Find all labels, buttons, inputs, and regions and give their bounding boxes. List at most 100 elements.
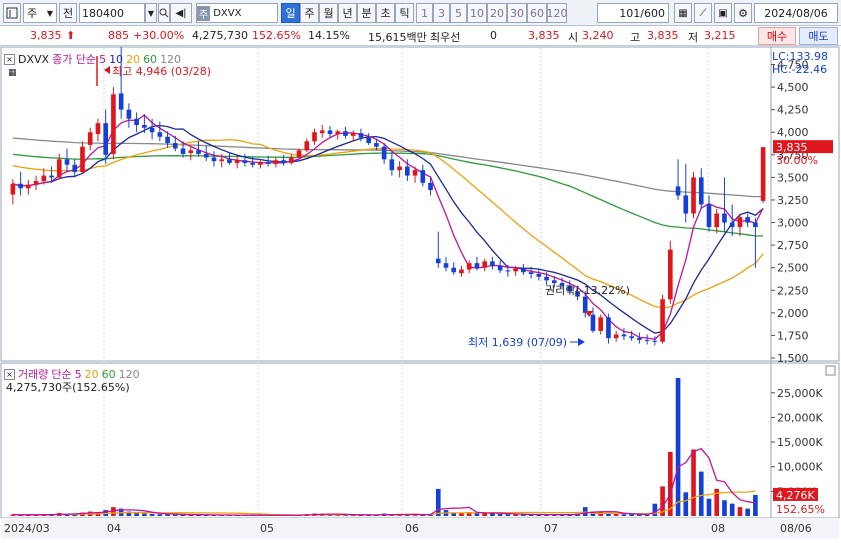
candle-body xyxy=(536,274,542,277)
jeon-button[interactable]: 전 xyxy=(59,3,77,23)
candle-body xyxy=(497,265,503,271)
gear-icon: ⚙ xyxy=(738,6,748,20)
candle-body xyxy=(722,213,727,223)
candle-body xyxy=(188,150,194,154)
chart-type-icon[interactable] xyxy=(3,3,21,23)
open-label: 시 xyxy=(568,31,579,44)
period-tab[interactable]: 년 xyxy=(338,3,357,23)
priority-label: 최우선 xyxy=(430,31,461,44)
ma120-line xyxy=(12,137,764,198)
sell-button[interactable]: 매도 xyxy=(799,27,838,45)
price-tick-label: 4,500 xyxy=(777,81,809,94)
candle-body xyxy=(18,183,23,189)
volume-bar xyxy=(698,471,704,516)
interval-button[interactable]: 60 xyxy=(527,3,547,23)
interval-button[interactable]: 20 xyxy=(487,3,507,23)
candle-body xyxy=(412,170,418,176)
x-axis-label: 07 xyxy=(544,522,558,535)
period-tab[interactable]: 분 xyxy=(357,3,376,23)
priority-value: 0 xyxy=(490,29,497,42)
volume-bar xyxy=(729,503,735,516)
interval-button[interactable]: 30 xyxy=(507,3,527,23)
candle-body xyxy=(366,137,371,144)
interval-button[interactable]: 3 xyxy=(433,3,450,23)
candle-body xyxy=(466,263,472,270)
candle-body xyxy=(621,334,627,337)
volume-bar xyxy=(691,449,696,516)
settings-button[interactable]: ⚙ xyxy=(734,3,752,23)
chart-area[interactable]: 4,750 4,500 4,250 4,000 3,750 3,500 3,250 3,000… xyxy=(0,46,841,540)
candle-body xyxy=(389,159,395,171)
turnover-rate: 14.15% xyxy=(308,29,350,42)
volume-bar xyxy=(505,514,511,516)
volume-bar xyxy=(722,500,727,516)
indicator-button[interactable]: ⟋ xyxy=(694,3,712,23)
volume-bar xyxy=(172,514,178,516)
ma5-label: 5 xyxy=(99,52,107,66)
lc-label: LC:133.98 xyxy=(772,50,829,63)
candle-body xyxy=(706,204,712,228)
interval-button[interactable]: 1 xyxy=(416,3,433,23)
candle-body xyxy=(428,182,433,191)
candle-body xyxy=(513,268,518,272)
ask-price: 3,835 xyxy=(528,29,560,42)
candle-body xyxy=(745,217,750,223)
candle-body xyxy=(683,195,689,214)
volume-value: 4,275,730 xyxy=(192,29,248,42)
buy-button[interactable]: 매수 xyxy=(758,27,796,45)
candle-body xyxy=(126,109,132,119)
period-tab[interactable]: 월 xyxy=(319,3,338,23)
search-button[interactable] xyxy=(158,3,170,23)
x-axis-label: 08 xyxy=(711,522,725,535)
price-volume-chart[interactable]: 4,7504,5004,2504,0003,7503,5003,2503,000… xyxy=(0,46,841,540)
vol-ma20-line xyxy=(12,490,756,516)
candle-count-value: 101/600 xyxy=(619,6,665,20)
save-button[interactable]: ▣ xyxy=(714,3,732,23)
volume-summary: 4,275,730주(152.65%) xyxy=(6,381,130,394)
current-pct-tag: 30.00% xyxy=(776,154,818,167)
candle-body xyxy=(482,261,488,268)
stock-name-field[interactable]: 주 DXVX xyxy=(196,3,278,23)
date-input[interactable]: 2024/08/06 xyxy=(754,3,838,23)
market-badge: 주 xyxy=(197,5,211,21)
candle-body xyxy=(118,93,124,110)
x-axis-label: 05 xyxy=(260,522,274,535)
period-tab[interactable]: 초 xyxy=(376,3,395,23)
candle-body xyxy=(149,127,155,133)
candle-body xyxy=(134,118,139,126)
close-panel-icon[interactable]: × xyxy=(4,368,15,380)
rights-note: 권리락(-13.22%) xyxy=(545,284,630,297)
candle-count-field[interactable]: 101/600 xyxy=(597,3,669,23)
interval-button[interactable]: 120 xyxy=(547,3,568,23)
code-dropdown-button[interactable]: ▼ xyxy=(145,3,157,23)
interval-button[interactable]: 5 xyxy=(450,3,467,23)
period-tab[interactable]: 틱 xyxy=(395,3,414,23)
candle-body xyxy=(474,263,480,268)
period-tab[interactable]: 주 xyxy=(300,3,319,23)
price-tick-label: 2,000 xyxy=(777,307,809,320)
period-settings-button[interactable]: ▦ xyxy=(674,3,692,23)
panel-scroll-button xyxy=(825,365,836,376)
volume-bar xyxy=(667,451,673,516)
period-tab[interactable]: 일 xyxy=(281,3,300,23)
candle-body xyxy=(613,334,619,339)
sound-button[interactable]: ◀| xyxy=(170,3,192,23)
close-panel-icon[interactable]: × xyxy=(4,53,15,65)
candle-body xyxy=(49,175,54,178)
x-axis-label: 04 xyxy=(107,522,121,535)
speaker-icon: ◀| xyxy=(175,7,187,19)
interval-button[interactable]: 10 xyxy=(467,3,487,23)
stock-code-input[interactable]: 180400 xyxy=(79,3,145,23)
candle-body xyxy=(142,125,147,128)
candle-body xyxy=(227,159,232,163)
candle-body xyxy=(652,340,658,342)
market-combo[interactable]: 주 ▼ xyxy=(23,3,57,23)
price-panel-frame xyxy=(0,46,840,362)
price-tick-label: 4,000 xyxy=(777,126,809,139)
candle-body xyxy=(234,160,240,163)
candle-body xyxy=(753,222,758,228)
toolbar: 주 ▼ 전 180400 ▼ ◀| 주 DXVX 일주월년분초틱 1 3 5 10 20… xyxy=(0,0,841,26)
price-tick-label: 2,750 xyxy=(777,239,809,252)
table-icon[interactable]: ▦ xyxy=(8,68,17,78)
x-axis-label: 08/06 xyxy=(780,522,812,535)
